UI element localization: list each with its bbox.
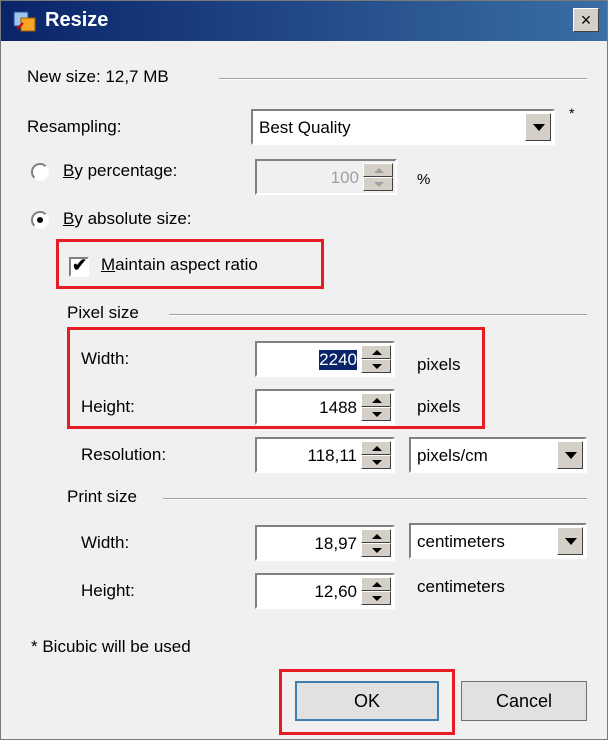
pixel-height-value[interactable]: 1488: [319, 398, 357, 418]
app-icon: [13, 11, 36, 32]
print-width-stepper[interactable]: 18,97: [255, 525, 395, 561]
spin-buttons[interactable]: [363, 163, 393, 191]
by-percentage-label[interactable]: By percentage:: [63, 161, 177, 181]
pixel-width-label: Width:: [81, 349, 130, 368]
spin-up-icon[interactable]: [361, 441, 391, 455]
resolution-unit-value: pixels/cm: [417, 446, 488, 465]
pixel-width-unit: pixels: [417, 355, 461, 374]
separator: [169, 314, 587, 316]
print-width-label: Width:: [81, 533, 130, 552]
resolution-stepper[interactable]: 118,11: [255, 437, 395, 473]
resolution-value[interactable]: 118,11: [308, 446, 357, 466]
percentage-value: 100: [330, 168, 359, 187]
resampling-label: Resampling:: [27, 117, 122, 136]
print-height-value[interactable]: 12,60: [314, 582, 357, 602]
resampling-asterisk: *: [569, 105, 575, 121]
window-title: Resize: [45, 9, 109, 31]
print-width-unit-value: centimeters: [417, 532, 505, 551]
spin-buttons[interactable]: [361, 345, 391, 373]
pixel-size-group-label: Pixel size: [67, 303, 139, 322]
pixel-height-stepper[interactable]: 1488: [255, 389, 395, 425]
pixel-width-stepper[interactable]: 2240: [255, 341, 395, 377]
resolution-label: Resolution:: [81, 445, 167, 464]
separator: [163, 498, 587, 500]
title-bar[interactable]: Resize ×: [1, 1, 607, 41]
pixel-height-label: Height:: [81, 397, 135, 416]
print-width-value[interactable]: 18,97: [314, 534, 357, 554]
resize-dialog: Resize × New size: 12,7 MB Resampling: B…: [0, 0, 608, 740]
maintain-aspect-checkbox[interactable]: ✔: [69, 255, 89, 277]
percentage-stepper[interactable]: 100: [255, 159, 397, 195]
pixel-width-value[interactable]: 2240: [319, 350, 357, 370]
chevron-down-icon[interactable]: [525, 113, 551, 141]
spin-down-icon[interactable]: [361, 543, 391, 557]
spin-buttons[interactable]: [361, 529, 391, 557]
spin-down-icon[interactable]: [361, 407, 391, 421]
percentage-unit: %: [417, 171, 431, 188]
print-height-label: Height:: [81, 581, 135, 600]
by-absolute-size-radio[interactable]: [31, 211, 49, 229]
print-height-unit: centimeters: [417, 577, 505, 596]
pixel-height-unit: pixels: [417, 397, 461, 416]
chevron-down-icon[interactable]: [557, 441, 583, 469]
print-width-unit-dropdown[interactable]: centimeters: [409, 523, 587, 559]
spin-up-icon[interactable]: [361, 529, 391, 543]
radio-selected-dot: [37, 217, 43, 223]
maintain-aspect-label[interactable]: Maintain aspect ratio: [101, 255, 258, 275]
spin-buttons[interactable]: [361, 441, 391, 469]
resampling-value: Best Quality: [259, 118, 351, 137]
footnote: * Bicubic will be used: [31, 637, 191, 656]
resampling-dropdown[interactable]: Best Quality: [251, 109, 555, 145]
by-percentage-radio[interactable]: [31, 163, 49, 181]
print-height-stepper[interactable]: 12,60: [255, 573, 395, 609]
spin-buttons[interactable]: [361, 393, 391, 421]
spin-down-icon[interactable]: [361, 359, 391, 373]
close-button[interactable]: ×: [573, 8, 599, 32]
spin-down-icon[interactable]: [363, 177, 393, 191]
spin-up-icon[interactable]: [361, 393, 391, 407]
by-absolute-size-label[interactable]: By absolute size:: [63, 209, 192, 229]
checkmark-icon: ✔: [72, 255, 88, 275]
chevron-down-icon[interactable]: [557, 527, 583, 555]
spin-up-icon[interactable]: [363, 163, 393, 177]
spin-buttons[interactable]: [361, 577, 391, 605]
print-size-group-label: Print size: [67, 487, 137, 506]
separator: [219, 78, 587, 80]
spin-up-icon[interactable]: [361, 577, 391, 591]
cancel-button[interactable]: Cancel: [461, 681, 587, 721]
spin-down-icon[interactable]: [361, 591, 391, 605]
new-size-label: New size: 12,7 MB: [27, 67, 169, 86]
ok-button[interactable]: OK: [295, 681, 439, 721]
spin-up-icon[interactable]: [361, 345, 391, 359]
resolution-unit-dropdown[interactable]: pixels/cm: [409, 437, 587, 473]
spin-down-icon[interactable]: [361, 455, 391, 469]
